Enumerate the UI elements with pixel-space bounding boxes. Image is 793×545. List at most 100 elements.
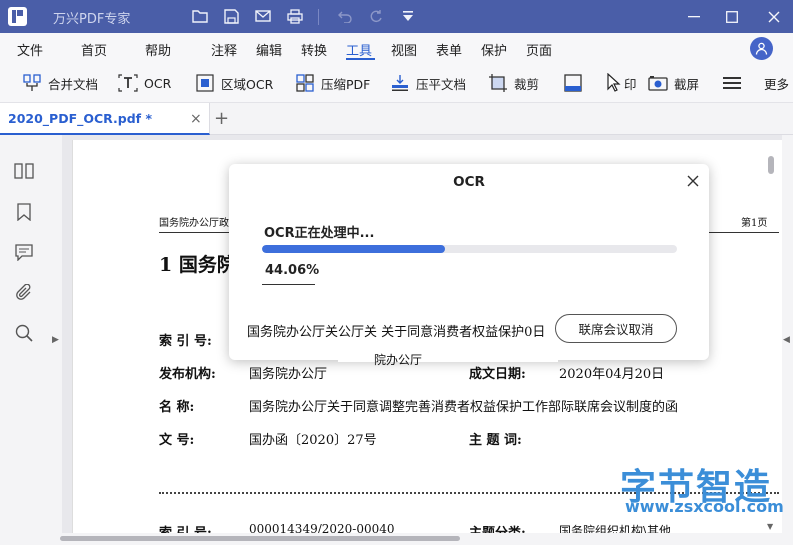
page-format-button[interactable] [563,71,583,95]
merge-button[interactable]: 合并文档 [22,71,98,95]
horizontal-scrollbar-thumb[interactable] [60,536,460,541]
right-panel-expand-icon[interactable]: ◀ [783,335,790,345]
row2-label: 发布机构: [159,367,216,382]
add-tab-icon[interactable]: + [214,108,229,129]
comment-icon[interactable] [13,241,35,263]
crop-icon [488,73,508,93]
row2-label2: 成文日期: [469,367,526,382]
ocr-icon [118,73,138,93]
camera-icon [648,73,668,93]
row5-label: 索 引 号: [159,522,212,533]
row1-label: 索 引 号: [159,334,212,349]
ocr-percent: 44.06% [265,263,320,278]
print-icon[interactable] [285,6,305,26]
row2-value: 国务院办公厅 [249,367,328,382]
tab-close-icon[interactable]: × [190,111,202,127]
menu-protect[interactable]: 保护 [481,40,507,59]
menu-file[interactable]: 文件 [17,40,43,59]
screenshot-label: 截屏 [674,76,700,92]
undo-icon[interactable] [335,6,355,26]
crop-label: 裁剪 [514,76,540,92]
quick-access-dropdown-icon[interactable] [398,6,418,26]
page-header-left: 国务院办公厅政 [159,218,229,229]
row5-value: 000014349/2020-00040 [249,522,395,533]
flatten-icon [390,73,410,93]
menu-bar: 文件 首页 帮助 注释 编辑 转换 工具 视图 表单 保护 页面 [0,33,793,63]
dialog-close-icon[interactable] [684,172,702,190]
left-panel-expand-icon[interactable]: ▶ [52,335,59,345]
tools-toolbar: 合并文档 OCR 区域OCR 压缩PDF 压平文档 裁剪 印 截屏 更多 [0,63,793,158]
scroll-down-arrow-icon[interactable]: ▼ [767,522,773,531]
thumbnails-icon[interactable] [13,160,35,182]
left-sidebar [0,135,48,545]
hamburger-icon [722,73,742,93]
overlay-fragment: 院办公厅 [374,353,423,367]
area-ocr-icon [195,73,215,93]
title-bar: 万兴PDF专家 [0,0,793,33]
menu-comment[interactable]: 注释 [211,40,237,59]
menu-forms[interactable]: 表单 [436,40,462,59]
app-logo-icon [8,7,27,26]
menu-convert[interactable]: 转换 [301,40,327,59]
menu-edit[interactable]: 编辑 [256,40,282,59]
save-icon[interactable] [221,6,241,26]
dialog-title: OCR [453,174,485,190]
vertical-scrollbar-thumb[interactable] [768,156,774,174]
menu-help[interactable]: 帮助 [145,40,171,59]
doc-heading: 1 国务院 [159,254,236,276]
menu-view[interactable]: 视图 [391,40,417,59]
minimize-button[interactable] [682,6,706,28]
ocr-label: OCR [144,75,172,91]
cancel-overlay-fragment: 联席会议 [578,322,629,337]
page-header-right: 第1页 [741,218,768,229]
compress-icon [295,73,315,93]
menu-home[interactable]: 首页 [81,40,107,59]
active-menu-indicator [346,58,375,60]
attachment-icon[interactable] [13,282,35,304]
compress-pdf-button[interactable]: 压缩PDF [295,71,370,95]
document-tab-bar: 2020_PDF_OCR.pdf * × + [0,103,793,135]
flatten-button[interactable]: 压平文档 [390,71,466,95]
compress-label: 压缩PDF [321,76,371,92]
maximize-button[interactable] [720,6,744,28]
print-partial-button[interactable]: 印 [604,71,637,95]
menu-list-button[interactable] [722,71,742,95]
redo-icon[interactable] [366,6,386,26]
screenshot-button[interactable]: 截屏 [648,71,699,95]
document-tab-label: 2020_PDF_OCR.pdf * [8,111,152,126]
ocr-status-text: OCR正在处理中... [264,226,375,241]
row1-value-overlay: 国务院办公厅关公厅关 关于同意消费者权益保护0日 [247,325,546,340]
close-window-button[interactable] [762,6,786,28]
merge-icon [22,73,42,93]
cursor-icon [604,73,624,93]
titlebar-separator [318,9,319,25]
user-avatar-icon[interactable] [750,37,773,60]
bookmark-icon[interactable] [13,201,35,223]
crop-button[interactable]: 裁剪 [488,71,539,95]
more-label: 更多 [764,76,790,92]
page-format-icon [563,73,583,93]
document-tab[interactable]: 2020_PDF_OCR.pdf * × [0,103,210,135]
search-icon[interactable] [13,322,35,344]
cancel-button[interactable]: 联席会议 取消 [555,314,677,343]
area-ocr-button[interactable]: 区域OCR [195,71,273,95]
flatten-label: 压平文档 [416,76,467,92]
render-artifact-patch [569,292,614,302]
row2-value2: 2020年04月20日 [559,367,665,382]
more-button[interactable]: 更多 [764,71,793,95]
menu-page[interactable]: 页面 [526,40,552,59]
cancel-label: 取消 [628,322,654,337]
row4-value: 国办函〔2020〕27号 [249,433,377,448]
area-ocr-label: 区域OCR [221,76,274,92]
app-title: 万兴PDF专家 [53,12,131,27]
print-partial-label: 印 [624,76,637,92]
ocr-progress-fill [262,245,445,253]
row3-label: 名 称: [159,400,195,415]
row5-label2: 主题分类: [469,522,526,533]
ocr-button[interactable]: OCR [118,71,171,95]
row4-label2: 主 题 词: [469,433,522,448]
menu-tools[interactable]: 工具 [346,40,372,59]
mail-icon[interactable] [253,6,273,26]
folder-icon[interactable] [190,6,210,26]
row4-label: 文 号: [159,433,195,448]
